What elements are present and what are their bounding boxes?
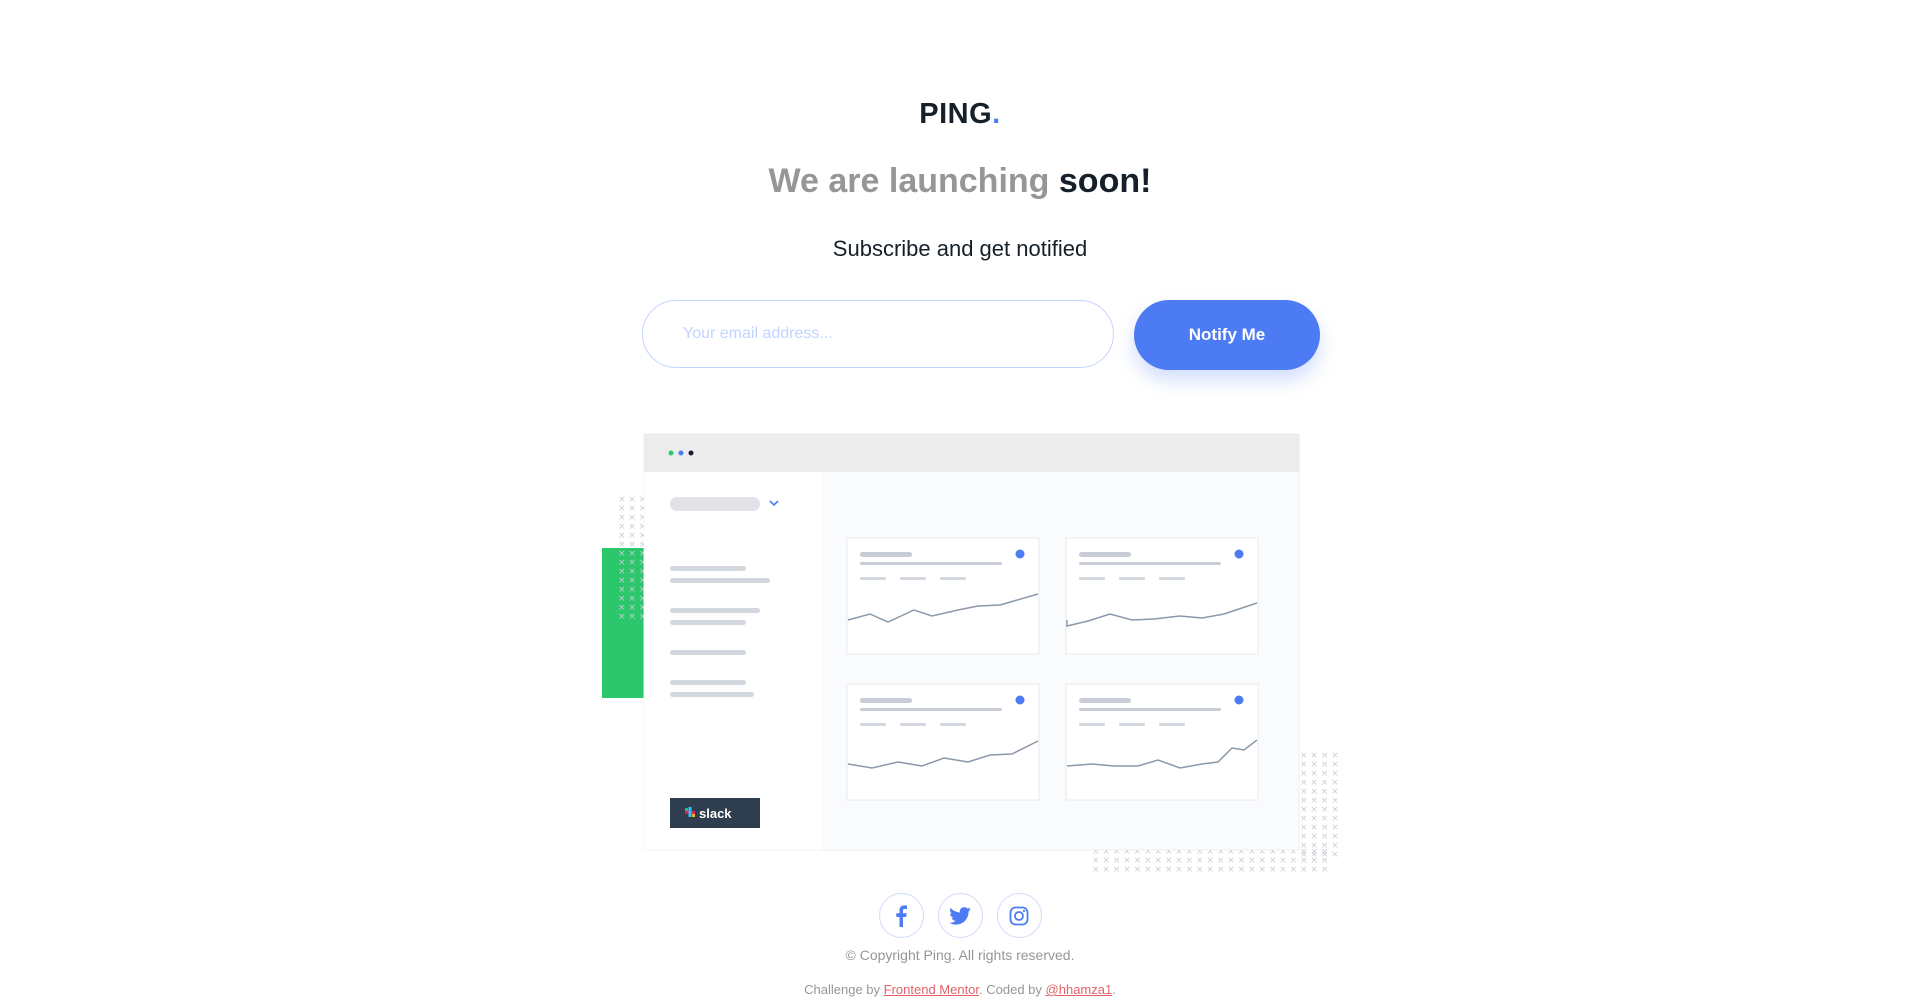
mock-card	[1065, 683, 1259, 801]
attribution: Challenge by Frontend Mentor. Coded by @…	[0, 982, 1920, 997]
headline-light: We are launching	[768, 162, 1050, 200]
window-dot-dark	[688, 450, 694, 456]
mock-card	[846, 537, 1040, 655]
window-dot-green	[668, 450, 674, 456]
svg-text:× × × × × × × × × × × × × × ×: × × × × × × × × × × × × × × × × × × × × …	[1092, 865, 1328, 875]
check-icon	[1234, 549, 1244, 559]
logo-text: PING	[919, 98, 993, 130]
email-input[interactable]	[642, 300, 1114, 368]
notify-me-button[interactable]: Notify Me	[1134, 300, 1320, 370]
headline-bold: soon!	[1058, 162, 1152, 200]
landing-page: PING. We are launching soon! Subscribe a…	[0, 0, 1920, 1002]
coded-prefix: . Coded by	[979, 982, 1046, 997]
dot-pattern-left: × × ×× × ×× × × × × ×× × ×× × × × × ×× ×…	[618, 495, 646, 622]
instagram-icon	[1009, 906, 1029, 925]
window-dot-blue	[678, 450, 684, 456]
facebook-icon	[896, 904, 907, 927]
mock-dropdown	[670, 497, 760, 511]
twitter-icon	[949, 906, 971, 925]
slack-badge-label: slack	[699, 806, 732, 821]
ping-logo: PING.	[0, 98, 1920, 131]
check-icon	[1015, 695, 1025, 705]
check-icon	[1234, 695, 1244, 705]
social-links	[0, 893, 1920, 938]
frontend-mentor-link[interactable]: Frontend Mentor	[884, 982, 979, 997]
logo-dot: .	[992, 98, 1001, 130]
attribution-suffix: .	[1112, 982, 1116, 997]
page-headline: We are launching soon!	[0, 162, 1920, 201]
mock-sidebar	[644, 472, 822, 850]
twitter-link[interactable]	[937, 893, 983, 938]
challenge-prefix: Challenge by	[804, 982, 884, 997]
mock-card	[1065, 537, 1259, 655]
facebook-link[interactable]	[878, 893, 924, 938]
mock-window-titlebar	[644, 434, 1299, 472]
dashboard-illustration: × × ×× × ×× × × × × ×× × ×× × × × × ×× ×…	[602, 433, 1339, 875]
instagram-link[interactable]	[996, 893, 1042, 938]
mock-card	[846, 683, 1040, 801]
check-icon	[1015, 549, 1025, 559]
svg-text:× × ×: × × ×	[618, 612, 646, 622]
copyright-text: © Copyright Ping. All rights reserved.	[845, 947, 1075, 963]
author-link[interactable]: @hhamza1	[1046, 982, 1113, 997]
subscribe-subline: Subscribe and get notified	[832, 236, 1088, 261]
